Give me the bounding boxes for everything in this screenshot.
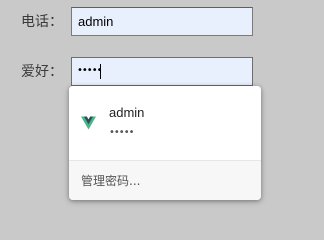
hobby-masked-value: ••••• <box>77 65 102 76</box>
phone-input[interactable] <box>71 7 253 36</box>
manage-passwords-label: 管理密码... <box>81 174 141 188</box>
phone-label: 电话： <box>21 14 63 30</box>
saved-credential-option[interactable]: admin ••••• <box>69 86 261 160</box>
vue-logo-icon <box>81 116 96 130</box>
hobby-label: 爱好： <box>21 64 63 80</box>
phone-row: 电话： <box>0 7 324 37</box>
text-caret <box>100 64 101 79</box>
password-autofill-dropdown: admin ••••• 管理密码... <box>69 86 261 200</box>
suggestion-username: admin <box>109 105 145 120</box>
hobby-row: 爱好： ••••• <box>0 57 324 87</box>
suggestion-masked-password: ••••• <box>109 127 134 138</box>
manage-passwords-option[interactable]: 管理密码... <box>69 161 261 200</box>
